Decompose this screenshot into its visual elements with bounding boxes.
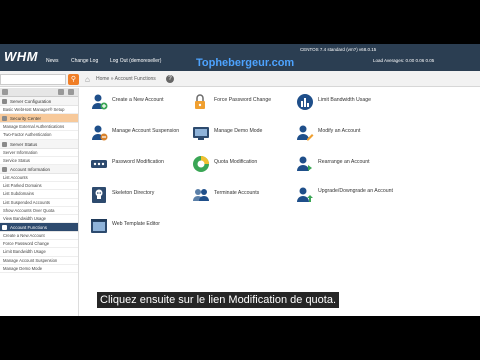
search-icon[interactable]: ⚲ [68, 74, 79, 85]
function-link[interactable]: Modify an Account [296, 124, 416, 142]
sidebar-item[interactable]: Force Password Change [0, 240, 78, 249]
sidebar-section-header[interactable]: Server Configuration [0, 97, 78, 106]
add-user-icon [90, 93, 108, 111]
user-suspend-icon [90, 124, 108, 142]
function-link[interactable]: Upgrade/Downgrade an Account [296, 186, 416, 204]
whm-logo: WHM [4, 49, 38, 64]
section-icon [2, 99, 7, 104]
sidebar-item[interactable]: Service Status [0, 157, 78, 165]
sidebar-item[interactable]: Manage Demo Mode [0, 265, 78, 273]
function-label: Quota Modification [214, 159, 258, 165]
function-label: Skeleton Directory [112, 190, 155, 196]
sidebar-item[interactable]: List Subdomains [0, 190, 78, 199]
function-label: Manage Account Suspension [112, 128, 180, 134]
collapse-icon[interactable] [2, 89, 8, 95]
function-label: Force Password Change [214, 97, 272, 103]
help-icon[interactable]: ? [166, 75, 174, 83]
function-link[interactable]: Manage Demo Mode [192, 124, 312, 142]
sidebar-item[interactable]: Manage External Authentications [0, 123, 78, 132]
sidebar: Server Configuration Basic WebHost Manage… [0, 88, 79, 316]
whm-window: WHM News Change Log Log Out (demoreselle… [0, 44, 480, 316]
account-functions-panel: Create a New Account Force Password Chang… [84, 88, 480, 316]
function-label: Password Modification [112, 159, 164, 165]
function-label: Rearrange an Account [318, 159, 370, 165]
section-icon [2, 116, 7, 122]
sidebar-item[interactable]: Basic WebHost Manager® Setup [0, 106, 78, 115]
sidebar-section-header[interactable]: Account Functions [0, 223, 78, 233]
sidebar-item[interactable]: List Accounts [0, 174, 78, 183]
section-icon [2, 225, 7, 231]
news-link[interactable]: News [46, 58, 59, 64]
function-label: Web Template Editor [112, 221, 160, 227]
toolbar: ⚲ ⌂ Home » Account Functions ? [0, 71, 480, 87]
sidebar-item[interactable]: List Parked Domains [0, 182, 78, 191]
function-link[interactable]: Terminate Accounts [192, 186, 312, 204]
sidebar-section-label: Account Information [10, 166, 51, 172]
function-label: Manage Demo Mode [214, 128, 263, 134]
sidebar-item[interactable]: Manage Account Suspension [0, 257, 78, 265]
sidebar-section-label: Server Configuration [10, 99, 52, 104]
skeleton-icon [90, 186, 108, 204]
function-label: Limit Bandwidth Usage [318, 97, 372, 103]
sidebar-section-header[interactable]: Account Information [0, 164, 78, 174]
sidebar-list: Server Configuration Basic WebHost Manage… [0, 97, 78, 273]
settings-icon[interactable] [68, 89, 74, 95]
terminate-users-icon [192, 186, 210, 204]
function-link[interactable]: Rearrange an Account [296, 155, 416, 173]
home-icon[interactable]: ⌂ [85, 75, 94, 84]
modify-user-icon [296, 124, 314, 142]
changelog-link[interactable]: Change Log [71, 58, 98, 64]
sidebar-section-header[interactable]: Security Center [0, 114, 78, 124]
load-averages: Load Averages: 0.00 0.06 0.05 [373, 58, 435, 63]
video-subtitle: Cliquez ensuite sur le lien Modification… [97, 292, 340, 308]
template-editor-icon [90, 217, 108, 235]
system-info: CENTOS 7.4 standard (vm?) v68.0.15 [300, 47, 377, 52]
function-link[interactable]: Quota Modification [192, 155, 312, 173]
password-field-icon [90, 155, 108, 173]
section-icon [2, 141, 7, 147]
password-lock-icon [192, 93, 210, 111]
upgrade-icon [296, 186, 314, 204]
sidebar-item[interactable]: Two-Factor Authentication [0, 131, 78, 140]
sidebar-section-label: Server Status [10, 141, 38, 147]
function-label: Modify an Account [318, 128, 361, 134]
breadcrumb[interactable]: Home » Account Functions [96, 76, 156, 82]
bandwidth-icon [296, 93, 314, 111]
sidebar-item[interactable]: Server Information [0, 149, 78, 157]
function-label: Upgrade/Downgrade an Account [318, 188, 393, 194]
sidebar-section-header[interactable]: Server Status [0, 139, 78, 149]
function-link[interactable]: Limit Bandwidth Usage [296, 93, 416, 111]
quota-pie-icon [192, 155, 210, 173]
rearrange-icon [296, 155, 314, 173]
sidebar-item[interactable]: Limit Bandwidth Usage [0, 248, 78, 257]
top-bar: WHM News Change Log Log Out (demoreselle… [0, 44, 480, 71]
expand-icon[interactable] [58, 89, 64, 95]
search-input[interactable] [0, 74, 66, 85]
sidebar-item[interactable]: View Bandwidth Usage [0, 215, 78, 224]
sidebar-item[interactable]: Show Accounts Over Quota [0, 207, 78, 215]
sidebar-item[interactable]: Create a New Account [0, 232, 78, 241]
sidebar-toolbar [0, 88, 78, 97]
function-link[interactable]: Web Template Editor [90, 217, 210, 235]
logout-link[interactable]: Log Out (demoreseller) [110, 58, 161, 64]
sidebar-section-label: Security Center [10, 116, 42, 122]
function-label: Terminate Accounts [214, 190, 260, 196]
sidebar-section-label: Account Functions [10, 225, 48, 231]
sidebar-item[interactable]: List Suspended Accounts [0, 199, 78, 207]
function-label: Create a New Account [112, 97, 164, 103]
section-icon [2, 166, 7, 172]
demo-mode-icon [192, 124, 210, 142]
function-link[interactable]: Force Password Change [192, 93, 312, 111]
watermark: Tophebergeur.com [196, 57, 295, 69]
